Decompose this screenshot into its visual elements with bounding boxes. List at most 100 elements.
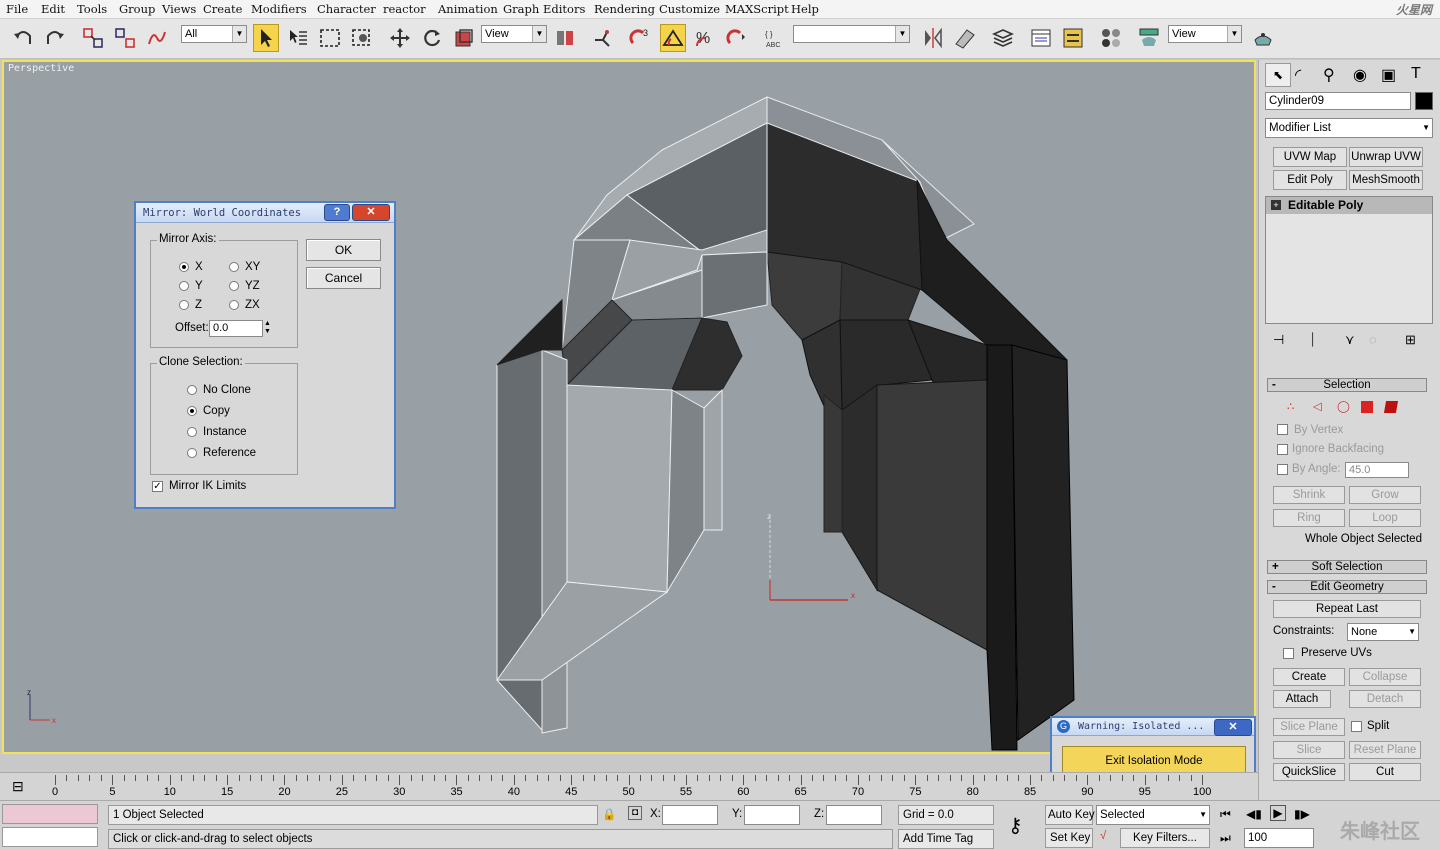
- modify-tab-icon[interactable]: ◜: [1295, 65, 1301, 85]
- edit-poly-button[interactable]: Edit Poly: [1273, 170, 1347, 190]
- menu-file[interactable]: File: [6, 2, 28, 16]
- create-tab-icon[interactable]: ⬉: [1265, 63, 1291, 87]
- menu-reactor[interactable]: reactor: [383, 2, 426, 16]
- menu-customize[interactable]: Customize: [659, 2, 720, 16]
- set-key-button[interactable]: Set Key: [1045, 828, 1093, 848]
- hierarchy-tab-icon[interactable]: ⚲: [1323, 65, 1335, 85]
- split-checkbox[interactable]: [1351, 721, 1362, 732]
- unlink-icon[interactable]: [112, 24, 138, 52]
- render-view-dropdown[interactable]: View ▼: [1168, 25, 1242, 43]
- preserve-uvs-checkbox[interactable]: [1283, 648, 1294, 659]
- manipulate-icon[interactable]: [590, 24, 616, 52]
- modifier-list-dropdown[interactable]: Modifier List ▼: [1265, 118, 1433, 138]
- grow-button[interactable]: Grow: [1349, 486, 1421, 504]
- move-icon[interactable]: [387, 24, 413, 52]
- vertex-icon[interactable]: ∴: [1287, 399, 1294, 413]
- menu-views[interactable]: Views: [162, 2, 196, 16]
- x-coord-field[interactable]: [662, 805, 718, 825]
- constraints-dropdown[interactable]: None ▼: [1347, 623, 1419, 641]
- axis-z-radio[interactable]: Z: [179, 299, 202, 311]
- percent-snap-icon[interactable]: %: [692, 24, 718, 52]
- menu-group[interactable]: Group: [119, 2, 155, 16]
- display-tab-icon[interactable]: ▣: [1381, 65, 1396, 85]
- key-curve-icon[interactable]: √: [1100, 830, 1106, 842]
- z-coord-field[interactable]: [826, 805, 882, 825]
- instance-radio[interactable]: Instance: [187, 426, 246, 438]
- shrink-button[interactable]: Shrink: [1273, 486, 1345, 504]
- meshsmooth-button[interactable]: MeshSmooth: [1349, 170, 1423, 190]
- motion-tab-icon[interactable]: ◉: [1353, 65, 1367, 85]
- absolute-mode-icon[interactable]: ◘: [628, 806, 642, 820]
- menu-animation[interactable]: Animation: [438, 2, 498, 16]
- cancel-button[interactable]: Cancel: [306, 267, 381, 289]
- go-to-start-icon[interactable]: ⏮: [1220, 807, 1231, 822]
- previous-frame-icon[interactable]: ◀▮: [1246, 807, 1262, 821]
- menu-graph-editors[interactable]: Graph Editors: [503, 2, 585, 16]
- angle-input[interactable]: 45.0: [1345, 462, 1409, 478]
- maxscript-listener[interactable]: [2, 804, 98, 824]
- utilities-tab-icon[interactable]: T: [1411, 65, 1421, 83]
- set-key-mode-icon[interactable]: ⚷: [1008, 813, 1023, 838]
- named-selection-dropdown[interactable]: ▼: [793, 25, 910, 43]
- auto-key-button[interactable]: Auto Key: [1045, 805, 1095, 825]
- layer-manager-icon[interactable]: [990, 24, 1016, 52]
- quickslice-button[interactable]: QuickSlice: [1273, 763, 1345, 781]
- axis-xy-radio[interactable]: XY: [229, 261, 260, 273]
- curve-editor-icon[interactable]: [1028, 24, 1054, 52]
- angle-snap-icon[interactable]: [660, 24, 686, 52]
- menu-modifiers[interactable]: Modifiers: [251, 2, 307, 16]
- menu-maxscript[interactable]: MAXScript: [725, 2, 789, 16]
- polygon-icon[interactable]: [1361, 401, 1373, 413]
- ok-button[interactable]: OK: [306, 239, 381, 261]
- add-time-tag-button[interactable]: Add Time Tag: [898, 829, 994, 849]
- show-end-result-icon[interactable]: ⏐: [1309, 332, 1316, 348]
- selection-rollout[interactable]: - Selection: [1267, 378, 1427, 392]
- no-clone-radio[interactable]: No Clone: [187, 384, 251, 396]
- play-icon[interactable]: ▶: [1270, 805, 1286, 821]
- menu-rendering[interactable]: Rendering: [594, 2, 655, 16]
- select-by-name-icon[interactable]: [285, 24, 311, 52]
- expand-icon[interactable]: +: [1271, 200, 1281, 210]
- select-object-icon[interactable]: [253, 24, 279, 52]
- edit-named-selection-icon[interactable]: { } ABC: [762, 24, 788, 52]
- repeat-last-button[interactable]: Repeat Last: [1273, 600, 1421, 618]
- snap-toggle-icon[interactable]: 3: [627, 24, 653, 52]
- mirror-icon[interactable]: [920, 24, 946, 52]
- reference-coordinate-dropdown[interactable]: View ▼: [481, 25, 547, 43]
- redo-icon[interactable]: [42, 24, 68, 52]
- rectangular-selection-icon[interactable]: [317, 24, 343, 52]
- warning-title-bar[interactable]: G Warning: Isolated ... ✕: [1052, 718, 1254, 736]
- select-and-link-icon[interactable]: [80, 24, 106, 52]
- detach-button[interactable]: Detach: [1349, 690, 1421, 708]
- unwrap-uvw-button[interactable]: Unwrap UVW: [1349, 147, 1423, 167]
- stack-item-editable-poly[interactable]: Editable Poly: [1266, 197, 1432, 214]
- offset-input[interactable]: 0.0: [209, 320, 263, 337]
- render-scene-icon[interactable]: [1136, 24, 1162, 52]
- bind-to-spacewarp-icon[interactable]: [144, 24, 170, 52]
- key-filters-button[interactable]: Key Filters...: [1120, 828, 1210, 848]
- create-button[interactable]: Create: [1273, 668, 1345, 686]
- menu-create[interactable]: Create: [203, 2, 242, 16]
- axis-yz-radio[interactable]: YZ: [229, 280, 260, 292]
- element-icon[interactable]: [1383, 401, 1399, 413]
- configure-sets-icon[interactable]: ⊞: [1405, 332, 1416, 348]
- mirror-ik-checkbox[interactable]: ✓: [152, 481, 163, 492]
- by-angle-checkbox[interactable]: [1277, 464, 1288, 475]
- axis-x-radio[interactable]: X: [179, 261, 203, 273]
- timeline-config-icon[interactable]: ⊟: [12, 778, 24, 795]
- dialog-title-bar[interactable]: Mirror: World Coordinates ? ✕: [136, 203, 394, 223]
- copy-radio[interactable]: Copy: [187, 405, 230, 417]
- reference-radio[interactable]: Reference: [187, 447, 256, 459]
- remove-modifier-icon[interactable]: ◌: [1369, 332, 1377, 347]
- pin-stack-icon[interactable]: ⊣: [1273, 332, 1284, 348]
- axis-zx-radio[interactable]: ZX: [229, 299, 260, 311]
- slice-plane-button[interactable]: Slice Plane: [1273, 718, 1345, 736]
- reset-plane-button[interactable]: Reset Plane: [1349, 741, 1421, 759]
- slice-button[interactable]: Slice: [1273, 741, 1345, 759]
- menu-character[interactable]: Character: [317, 2, 376, 16]
- menu-tools[interactable]: Tools: [77, 2, 107, 16]
- edge-icon[interactable]: ◁: [1313, 399, 1322, 413]
- edit-geometry-rollout[interactable]: - Edit Geometry: [1267, 580, 1427, 594]
- ignore-backfacing-checkbox[interactable]: [1277, 444, 1288, 455]
- help-button[interactable]: ?: [324, 204, 350, 221]
